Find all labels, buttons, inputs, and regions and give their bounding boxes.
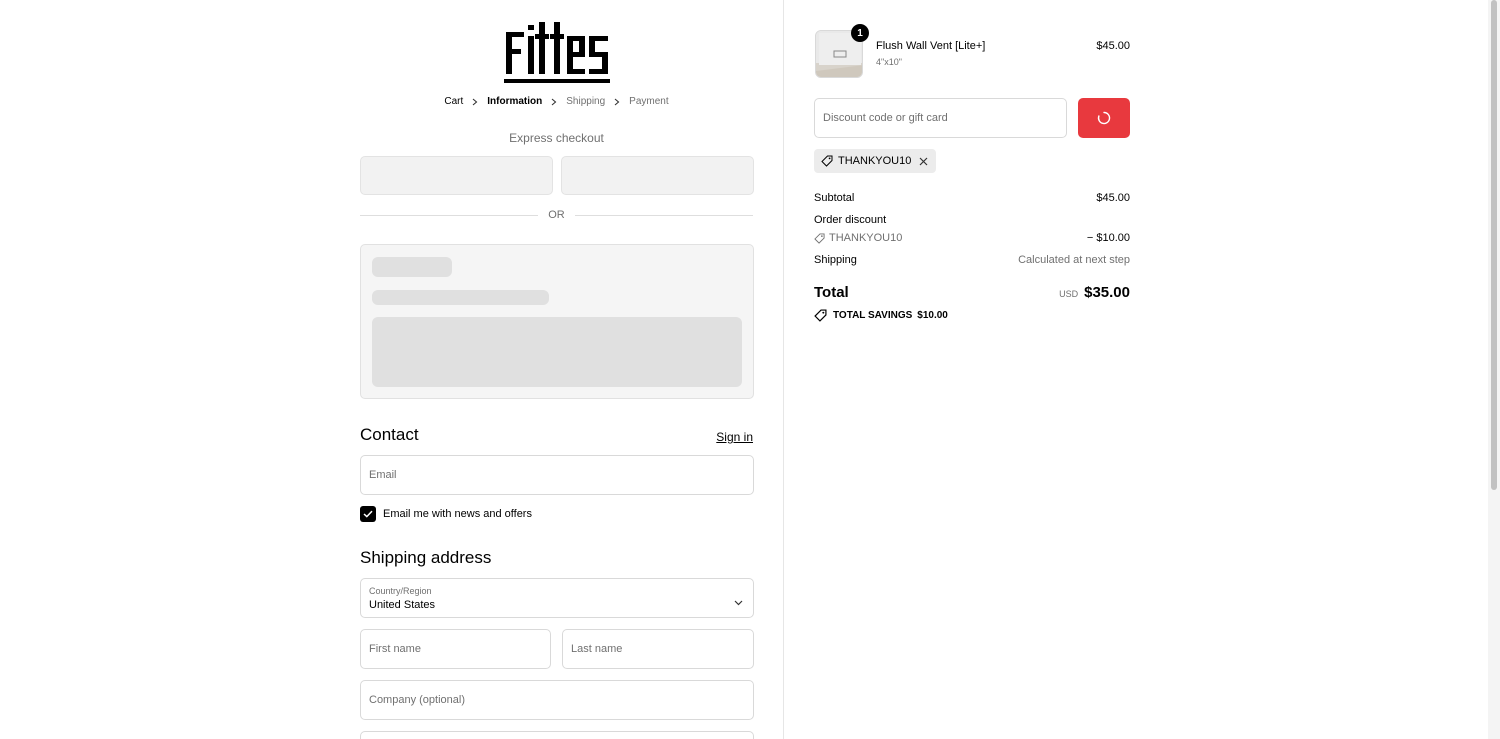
brand-logo[interactable]: [504, 22, 610, 84]
last-name-input[interactable]: [563, 630, 753, 668]
total-row: Total USD $35.00: [814, 284, 1130, 301]
loading-skeleton: [360, 244, 754, 399]
discount-code-input[interactable]: [815, 99, 1066, 137]
product-price: $45.00: [1096, 40, 1130, 52]
shipping-row: Shipping Calculated at next step: [814, 254, 1130, 266]
applied-discount-chip: THANKYOU10: [814, 149, 937, 173]
company-input[interactable]: [361, 681, 753, 719]
total-value: $35.00: [1084, 284, 1130, 301]
newsletter-checkbox[interactable]: [360, 506, 376, 522]
or-divider: OR: [360, 209, 753, 223]
discount-code-label: THANKYOU10: [829, 232, 903, 244]
order-discount-row: Order discount: [814, 214, 1130, 226]
loading-spinner-icon: [1097, 111, 1111, 125]
country-value: United States: [369, 599, 436, 611]
total-savings: TOTAL SAVINGS $10.00: [814, 309, 948, 322]
email-input[interactable]: [361, 456, 753, 494]
product-variant: 4"x10": [876, 57, 902, 67]
email-field[interactable]: [360, 455, 754, 495]
subtotal-label: Subtotal: [814, 192, 855, 204]
quantity-badge: 1: [851, 24, 869, 42]
product-name: Flush Wall Vent [Lite+]: [876, 40, 986, 52]
discount-code-row: THANKYOU10 − $10.00: [814, 232, 1130, 244]
newsletter-checkbox-row[interactable]: Email me with news and offers: [360, 506, 532, 522]
apply-discount-button[interactable]: [1078, 98, 1130, 138]
chevron-down-icon: [734, 593, 743, 611]
tag-icon: [821, 155, 833, 167]
breadcrumb-payment: Payment: [629, 96, 669, 107]
chevron-right-icon: [472, 98, 478, 106]
chevron-right-icon: [551, 98, 557, 106]
scrollbar-thumb[interactable]: [1491, 0, 1497, 490]
address-field[interactable]: [360, 731, 754, 739]
breadcrumb-cart[interactable]: Cart: [444, 96, 463, 107]
tag-icon: [814, 309, 827, 322]
discount-value: − $10.00: [1086, 232, 1130, 244]
applied-code-label: THANKYOU10: [838, 155, 912, 167]
or-label: OR: [538, 209, 575, 221]
contact-title: Contact: [360, 425, 419, 444]
tag-icon: [814, 232, 825, 244]
shipping-address-title: Shipping address: [360, 548, 492, 567]
order-discount-label: Order discount: [814, 214, 887, 226]
country-select[interactable]: Country/Region United States: [360, 578, 754, 618]
breadcrumb-information: Information: [487, 96, 543, 107]
company-field[interactable]: [360, 680, 754, 720]
subtotal-row: Subtotal $45.00: [814, 192, 1130, 204]
checkmark-icon: [363, 510, 373, 518]
chevron-right-icon: [614, 98, 620, 106]
express-pay-button-2[interactable]: [561, 156, 754, 195]
savings-label: TOTAL SAVINGS: [833, 310, 913, 321]
breadcrumb: Cart Information Shipping Payment: [360, 96, 753, 107]
total-label: Total: [814, 284, 849, 301]
first-name-field[interactable]: [360, 629, 551, 669]
last-name-field[interactable]: [562, 629, 754, 669]
express-pay-button-1[interactable]: [360, 156, 553, 195]
discount-code-field[interactable]: [814, 98, 1067, 138]
express-checkout-title: Express checkout: [509, 131, 604, 145]
savings-value: $10.00: [917, 310, 948, 321]
sign-in-link[interactable]: Sign in: [700, 430, 753, 444]
shipping-value: Calculated at next step: [1018, 254, 1130, 266]
newsletter-label: Email me with news and offers: [383, 508, 532, 520]
currency-code: USD: [1059, 289, 1079, 299]
checkout-main: Cart Information Shipping Payment Expres…: [0, 0, 783, 739]
breadcrumb-shipping: Shipping: [566, 96, 606, 107]
first-name-input[interactable]: [361, 630, 550, 668]
subtotal-value: $45.00: [1096, 192, 1130, 204]
page-scrollbar[interactable]: [1488, 0, 1500, 739]
remove-discount-icon[interactable]: [919, 157, 928, 166]
country-label: Country/Region: [369, 586, 432, 596]
shipping-label: Shipping: [814, 254, 857, 266]
